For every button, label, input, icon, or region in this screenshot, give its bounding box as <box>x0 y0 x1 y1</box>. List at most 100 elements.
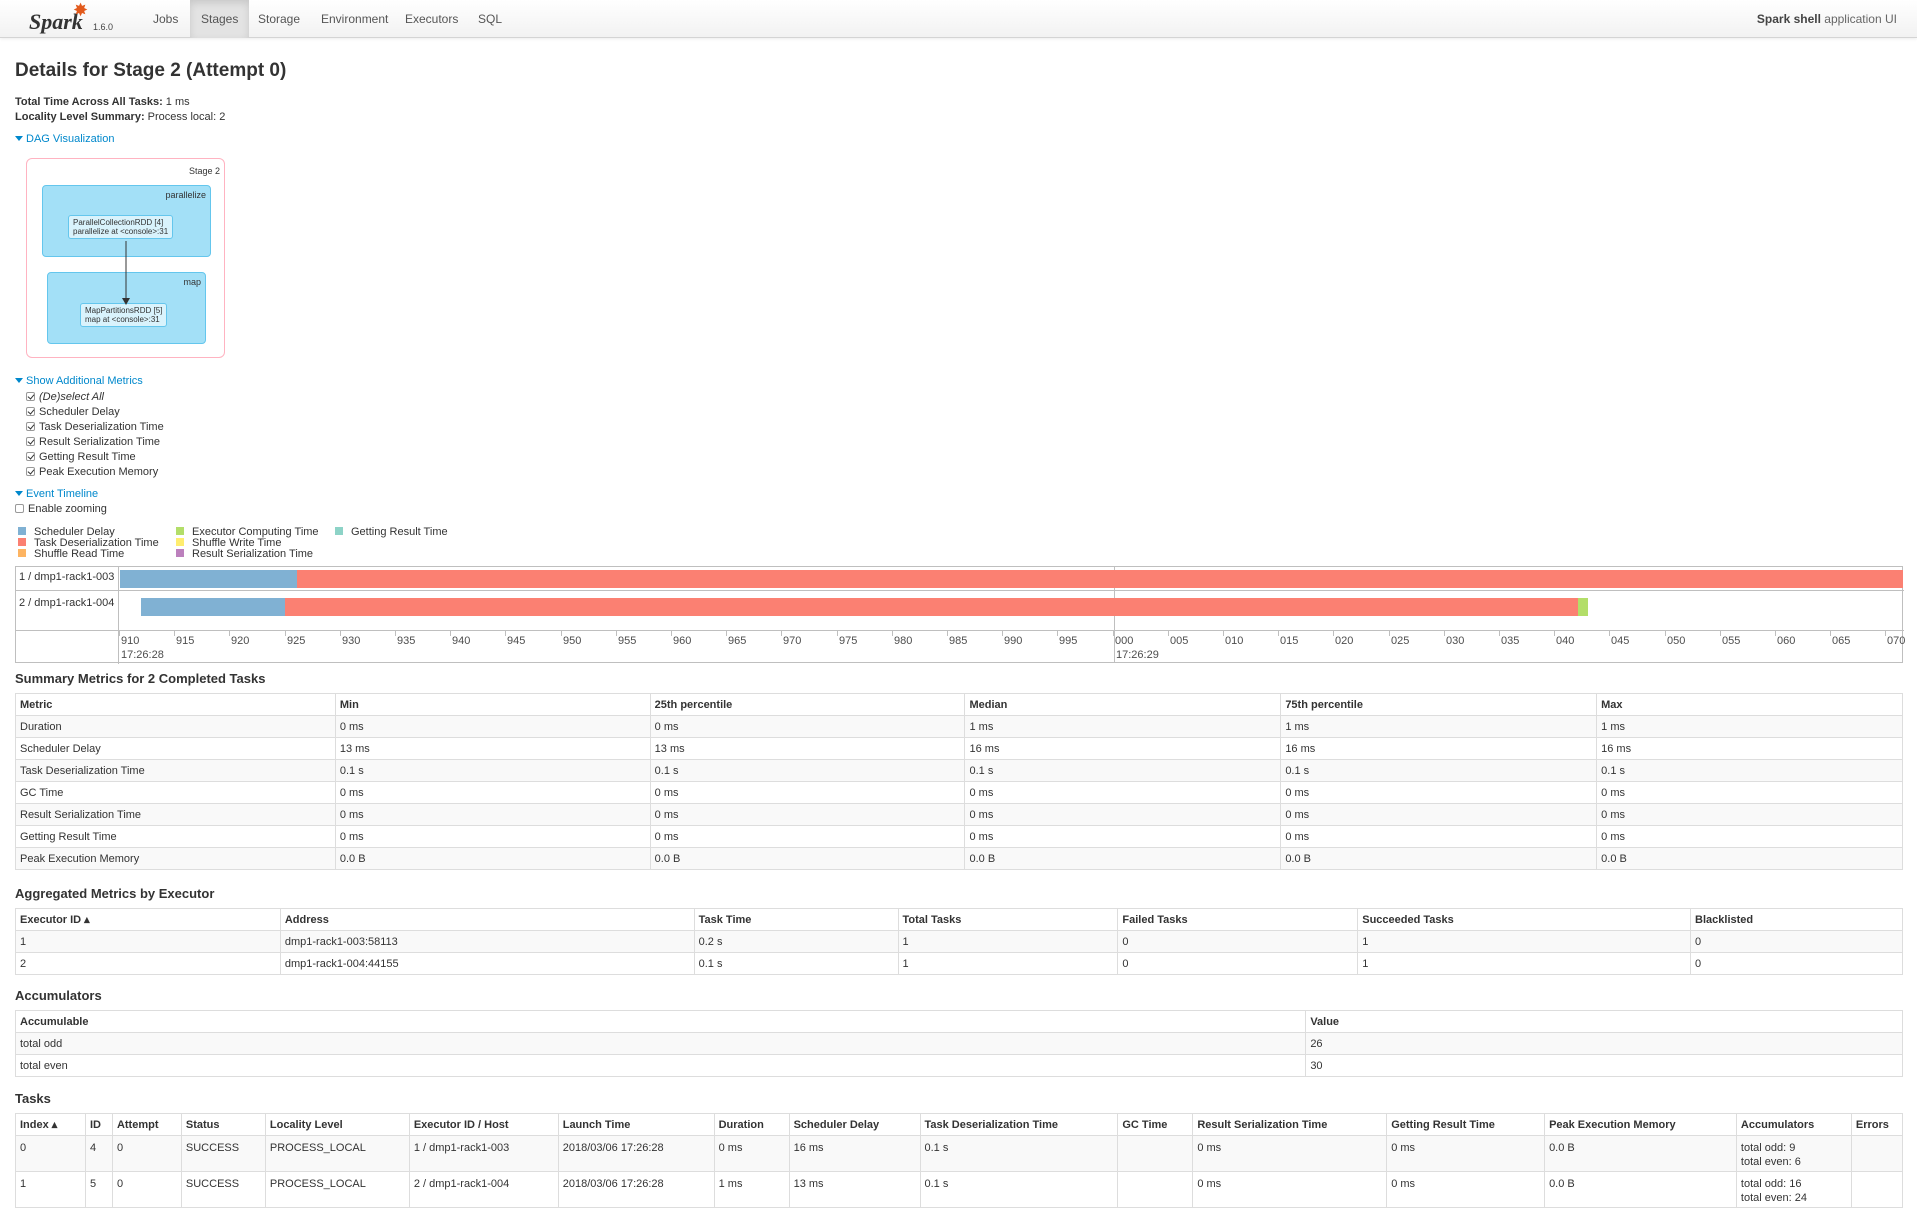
column-header[interactable]: Launch Time <box>557 1113 715 1136</box>
caret-down-icon <box>15 136 23 141</box>
checkbox[interactable] <box>15 504 24 513</box>
timeline-tick <box>1002 630 1003 636</box>
event-timeline-toggle[interactable]: Event Timeline <box>15 488 98 500</box>
column-header[interactable]: Failed Tasks <box>1117 908 1359 931</box>
column-header[interactable]: Errors <box>1850 1113 1904 1136</box>
timeline-tick-label: 000 <box>1115 635 1134 647</box>
nav-storage[interactable]: Storage <box>247 0 311 38</box>
checkbox[interactable] <box>26 422 35 431</box>
column-header[interactable]: Median <box>964 693 1282 716</box>
metric-checkbox-result-serialization[interactable]: Result Serialization Time <box>26 435 160 449</box>
metric-checkbox-peak-memory[interactable]: Peak Execution Memory <box>26 465 158 479</box>
column-header[interactable]: Scheduler Delay <box>788 1113 921 1136</box>
table-cell <box>1850 1171 1904 1208</box>
task-bar-executor-computing[interactable] <box>1578 598 1588 616</box>
column-header[interactable]: Address <box>279 908 695 931</box>
checkbox[interactable] <box>26 437 35 446</box>
column-header[interactable]: Metric <box>15 693 336 716</box>
column-header-sortable[interactable]: Executor ID ▴ <box>15 908 281 931</box>
column-header[interactable]: 75th percentile <box>1280 693 1598 716</box>
accumulator-value: total odd: 16 <box>1740 1178 1802 1190</box>
column-header[interactable]: Value <box>1305 1010 1903 1033</box>
table-cell: 0 ms <box>1192 1135 1388 1172</box>
tasks-title: Tasks <box>15 1091 51 1106</box>
task-bar-deserialization[interactable] <box>297 570 1903 588</box>
timeline-tick <box>229 630 230 636</box>
checkbox-label: Enable zooming <box>28 503 107 515</box>
table-cell: 0.0 B <box>1544 1135 1737 1172</box>
timeline-tick <box>726 630 727 636</box>
table-cell: 0 ms <box>713 1135 790 1172</box>
table-cell: 1 ms <box>713 1171 790 1208</box>
column-header[interactable]: Succeeded Tasks <box>1357 908 1692 931</box>
timeline-tick-label: 045 <box>1611 635 1630 647</box>
column-header[interactable]: GC Time <box>1117 1113 1194 1136</box>
accumulators-table: Accumulable Value total odd 26 total even 3… <box>14 1010 1903 1077</box>
column-header[interactable]: Max <box>1596 693 1903 716</box>
checkbox[interactable] <box>26 467 35 476</box>
column-header[interactable]: Locality Level <box>264 1113 410 1136</box>
table-cell: Result Serialization Time <box>15 803 336 826</box>
column-header-sortable[interactable]: Index ▴ <box>15 1113 86 1136</box>
column-header[interactable]: Total Tasks <box>897 908 1119 931</box>
timeline-tick <box>671 630 672 636</box>
column-header[interactable]: Executor ID / Host <box>408 1113 559 1136</box>
nav-stages[interactable]: Stages <box>190 0 250 38</box>
checkbox[interactable] <box>26 392 35 401</box>
timeline-tick-label: 965 <box>728 635 747 647</box>
caret-down-icon <box>15 378 23 383</box>
timeline-tick-label: 930 <box>342 635 361 647</box>
nav-sql[interactable]: SQL <box>467 0 513 38</box>
column-header[interactable]: Task Time <box>693 908 899 931</box>
column-header[interactable]: 25th percentile <box>649 693 966 716</box>
column-header[interactable]: ID <box>84 1113 113 1136</box>
column-header[interactable]: Accumulators <box>1735 1113 1852 1136</box>
metric-checkbox-task-deserialization[interactable]: Task Deserialization Time <box>26 420 164 434</box>
additional-metrics-toggle[interactable]: Show Additional Metrics <box>15 375 143 387</box>
column-header[interactable]: Getting Result Time <box>1386 1113 1546 1136</box>
column-header[interactable]: Min <box>334 693 651 716</box>
column-header[interactable]: Task Deserialization Time <box>919 1113 1119 1136</box>
timeline-tick <box>1830 630 1831 636</box>
task-bar-scheduler-delay[interactable] <box>141 598 285 616</box>
task-bar-deserialization[interactable] <box>285 598 1578 616</box>
metric-checkbox-select-all[interactable]: (De)select All <box>26 390 104 404</box>
enable-zooming[interactable]: Enable zooming <box>15 502 107 516</box>
timeline-axis: 17:26:28 17:26:29 910 915 920 925 930 935 940 9… <box>119 630 1905 663</box>
column-header[interactable]: Attempt <box>111 1113 182 1136</box>
table-row: GC Time 0 ms 0 ms 0 ms 0 ms 0 ms <box>15 781 1903 804</box>
timeline-tick-label: 960 <box>673 635 692 647</box>
column-header[interactable]: Peak Execution Memory <box>1544 1113 1737 1136</box>
table-cell: 0.1 s <box>919 1135 1119 1172</box>
nav-environment[interactable]: Environment <box>310 0 399 38</box>
table-cell: PROCESS_LOCAL <box>264 1135 410 1172</box>
table-cell: 1 ms <box>1596 715 1903 738</box>
column-header[interactable]: Accumulable <box>14 1010 1307 1033</box>
column-header[interactable]: Duration <box>713 1113 790 1136</box>
checkbox[interactable] <box>26 407 35 416</box>
table-cell: 0 ms <box>1386 1135 1546 1172</box>
table-row: Duration 0 ms 0 ms 1 ms 1 ms 1 ms <box>15 715 1903 738</box>
table-cell: 0.0 B <box>964 847 1282 870</box>
timeline-tick <box>1333 630 1334 636</box>
column-header[interactable]: Blacklisted <box>1690 908 1903 931</box>
timeline-tick <box>781 630 782 636</box>
nav-executors[interactable]: Executors <box>394 0 469 38</box>
metric-checkbox-scheduler-delay[interactable]: Scheduler Delay <box>26 405 120 419</box>
checkbox[interactable] <box>26 452 35 461</box>
metric-checkbox-getting-result[interactable]: Getting Result Time <box>26 450 136 464</box>
dag-visualization-toggle[interactable]: DAG Visualization <box>15 133 114 145</box>
table-cell: 2 <box>15 952 281 975</box>
event-timeline[interactable]: 1 / dmp1-rack1-003 2 / dmp1-rack1-004 17… <box>15 566 1905 664</box>
table-cell: Getting Result Time <box>15 825 336 848</box>
nav-jobs[interactable]: Jobs <box>142 0 189 38</box>
legend-result-serialization: Result Serialization Time <box>176 549 313 560</box>
task-bar-scheduler-delay[interactable] <box>120 570 297 588</box>
table-cell: 0 <box>1690 952 1903 975</box>
spark-logo[interactable]: Spark ✸ 1.6.0 <box>29 0 119 36</box>
column-header[interactable]: Result Serialization Time <box>1192 1113 1388 1136</box>
table-header-row: Executor ID ▴ Address Task Time Total Ta… <box>15 908 1903 931</box>
column-header[interactable]: Status <box>180 1113 266 1136</box>
table-cell: 0.1 s <box>919 1171 1119 1208</box>
legend-label: Result Serialization Time <box>192 548 314 560</box>
